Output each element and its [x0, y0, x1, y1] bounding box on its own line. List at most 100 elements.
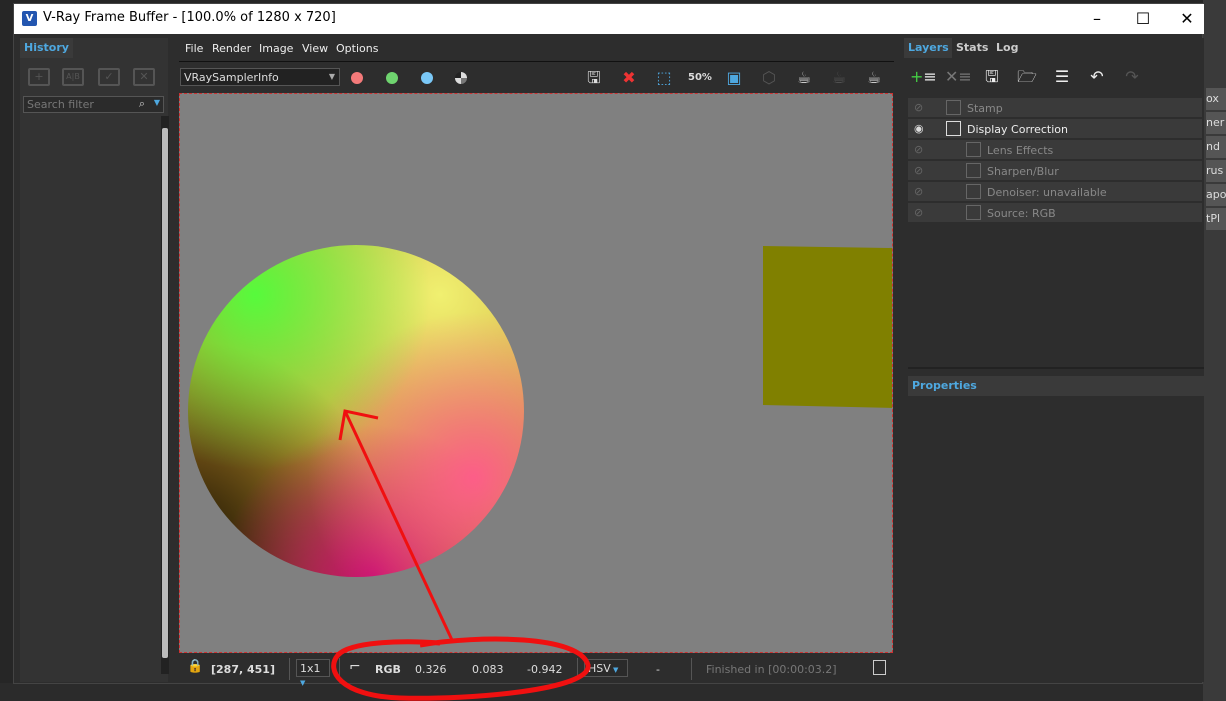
layer-row[interactable]: ⊘ Sharpen/Blur: [908, 161, 1202, 181]
sample-size-select[interactable]: 1x1 ▼: [296, 659, 330, 687]
tab-properties[interactable]: Properties: [908, 376, 981, 396]
search-filter-input[interactable]: Search filter ⌕ ▼: [23, 96, 164, 113]
layers-panel: Layers Stats Log +≡ ✕≡ 🖫 🗁 ☰ ↶ ↷ ⊘ Stamp ◉…: [904, 38, 1204, 682]
chevron-down-icon: ▼: [328, 72, 335, 81]
region-render-icon[interactable]: ⬚: [653, 67, 675, 89]
color-curve-icon[interactable]: ⌐: [349, 659, 361, 675]
layer-type-icon: [966, 184, 981, 199]
list-icon[interactable]: ☰: [1049, 64, 1075, 90]
menu-bar: File Render Image View Options: [179, 38, 894, 60]
tab-stats[interactable]: Stats: [952, 38, 993, 58]
layer-type-icon: [946, 100, 961, 115]
blue-channel-button[interactable]: [421, 72, 433, 84]
vray-logo-icon: V: [22, 11, 37, 26]
track-mouse-icon[interactable]: ▣: [723, 67, 745, 89]
tab-log[interactable]: Log: [992, 38, 1023, 58]
layer-type-icon: [966, 205, 981, 220]
window-title: V-Ray Frame Buffer - [100.0% of 1280 x 7…: [43, 10, 336, 25]
bg-tile: nd: [1206, 136, 1226, 158]
bg-tile: rus: [1206, 160, 1226, 182]
bg-tile: ox: [1206, 88, 1226, 110]
vfb-window: V V-Ray Frame Buffer - [100.0% of 1280 x…: [13, 3, 1204, 687]
render-overlay: [763, 246, 892, 408]
ab-compare-icon[interactable]: A|B: [62, 68, 84, 86]
splitter[interactable]: [908, 367, 1204, 369]
bg-tile: ner: [1206, 112, 1226, 134]
divider: [577, 658, 578, 680]
layer-label: Denoiser: unavailable: [987, 186, 1107, 199]
render-teapot-icon[interactable]: ☕▶: [793, 67, 815, 108]
colorspace-value: HSV: [588, 662, 611, 675]
menu-render[interactable]: Render: [212, 42, 251, 55]
green-value: 0.083: [472, 663, 504, 676]
eye-hidden-icon[interactable]: ⊘: [914, 206, 923, 219]
menu-file[interactable]: File: [185, 42, 203, 55]
layer-label: Display Correction: [967, 123, 1068, 136]
menu-view[interactable]: View: [302, 42, 328, 55]
channel-select[interactable]: VRaySamplerInfo ▼: [180, 68, 340, 86]
redo-icon[interactable]: ↷: [1119, 64, 1145, 90]
layer-row[interactable]: ⊘ Denoiser: unavailable: [908, 182, 1202, 202]
menu-image[interactable]: Image: [259, 42, 293, 55]
red-value: 0.326: [415, 663, 447, 676]
status-bar: 🔒 [287, 451] 1x1 ▼ ⌐ RGB 0.326 0.083 -0.…: [179, 654, 894, 687]
chevron-down-icon[interactable]: ▼: [154, 98, 160, 107]
search-placeholder: Search filter: [27, 98, 94, 111]
tab-layers[interactable]: Layers: [904, 38, 953, 58]
minimize-button[interactable]: –: [1074, 4, 1120, 34]
divider: [691, 658, 692, 680]
bg-tile: tPl: [1206, 208, 1226, 230]
lock-icon[interactable]: 🔒: [187, 659, 203, 674]
render-time: Finished in [00:00:03.2]: [706, 663, 837, 676]
green-channel-button[interactable]: [386, 72, 398, 84]
eye-hidden-icon[interactable]: ⊘: [914, 143, 923, 156]
bg-tile: apo: [1206, 184, 1226, 206]
zoom-50-icon[interactable]: 50%: [688, 67, 712, 89]
panel-toggle-icon[interactable]: [873, 660, 886, 675]
eye-hidden-icon[interactable]: ⊘: [914, 185, 923, 198]
layer-row[interactable]: ⊘ Stamp: [908, 98, 1202, 118]
eye-hidden-icon[interactable]: ⊘: [914, 164, 923, 177]
colorspace-select[interactable]: HSV ▼: [584, 659, 628, 677]
check-icon[interactable]: ✓: [98, 68, 120, 86]
clear-image-icon[interactable]: ✖: [618, 67, 640, 89]
delete-icon[interactable]: ✕: [133, 68, 155, 86]
render-icon[interactable]: ☕: [863, 67, 885, 89]
add-icon[interactable]: +: [28, 68, 50, 86]
layer-label: Sharpen/Blur: [987, 165, 1059, 178]
history-scrollbar[interactable]: [161, 116, 169, 674]
load-layers-icon[interactable]: 🗁: [1014, 64, 1040, 90]
delete-layer-icon[interactable]: ✕≡: [945, 64, 972, 90]
save-layers-icon[interactable]: 🖫: [979, 64, 1005, 90]
layer-label: Lens Effects: [987, 144, 1054, 157]
layer-label: Stamp: [967, 102, 1003, 115]
divider: [289, 658, 290, 680]
scroll-thumb[interactable]: [162, 128, 168, 658]
add-layer-icon[interactable]: +≡: [910, 64, 937, 90]
menu-options[interactable]: Options: [336, 42, 378, 55]
stop-render-icon[interactable]: ☕: [828, 67, 850, 89]
layer-type-icon: [966, 142, 981, 157]
search-icon[interactable]: ⌕: [139, 97, 145, 111]
layer-type-icon: [946, 121, 961, 136]
eye-icon[interactable]: ◉: [914, 122, 924, 135]
render-viewport[interactable]: [179, 93, 893, 653]
eye-hidden-icon[interactable]: ⊘: [914, 101, 923, 114]
layer-row[interactable]: ⊘ Source: RGB: [908, 203, 1202, 223]
hsv-value: -: [656, 663, 660, 676]
layer-row[interactable]: ◉ Display Correction: [908, 119, 1202, 139]
red-channel-button[interactable]: [351, 72, 363, 84]
blue-value: -0.942: [527, 663, 563, 676]
alpha-channel-button[interactable]: [455, 72, 467, 84]
pixel-coords: [287, 451]: [211, 663, 275, 676]
history-panel: History + A|B ✓ ✕ Search filter ⌕ ▼: [20, 38, 169, 682]
undo-icon[interactable]: ↶: [1084, 64, 1110, 90]
color-mode-label: RGB: [375, 663, 401, 676]
tab-history[interactable]: History: [20, 38, 73, 58]
layer-row[interactable]: ⊘ Lens Effects: [908, 140, 1202, 160]
maximize-button[interactable]: ☐: [1120, 4, 1166, 34]
save-icon[interactable]: 🖫: [583, 67, 605, 89]
close-button[interactable]: ✕: [1164, 4, 1210, 34]
interactive-render-icon[interactable]: ⬡: [758, 67, 780, 89]
toolbar: VRaySamplerInfo ▼ 🖫 ✖ ⬚ 50% ▣ ⬡ ☕▶ ☕ ☕: [179, 61, 894, 108]
